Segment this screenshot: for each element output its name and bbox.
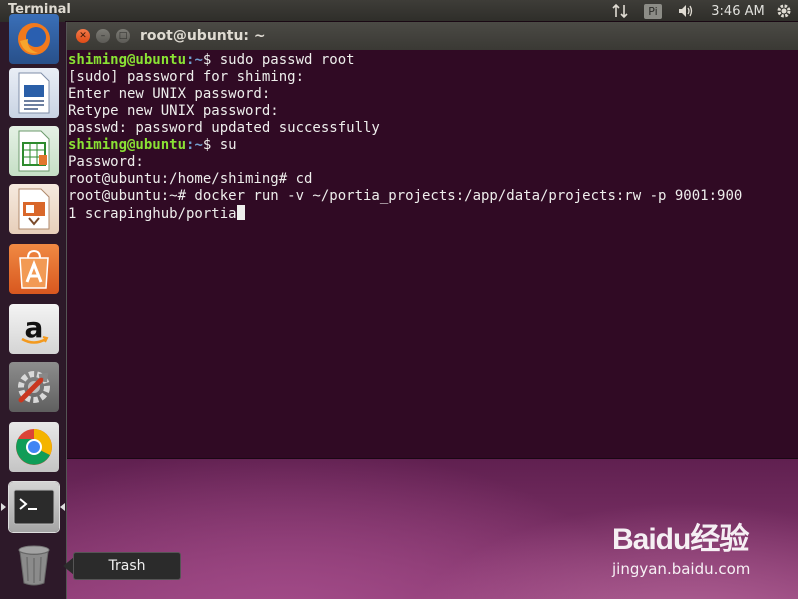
prompt-path: :~ xyxy=(186,137,203,153)
top-panel: Terminal Pi 3:46 AM xyxy=(0,0,798,22)
clock[interactable]: 3:46 AM xyxy=(708,1,768,21)
software-center-icon xyxy=(19,249,49,289)
terminal-output[interactable]: shiming@ubuntu:~$ sudo passwd root [sudo]… xyxy=(66,50,798,223)
settings-icon xyxy=(18,371,50,403)
terminal-line: Retype new UNIX password: xyxy=(68,103,798,120)
launcher-item-amazon[interactable]: a xyxy=(9,304,59,354)
terminal-titlebar[interactable]: ✕ – □ root@ubuntu: ~ xyxy=(66,22,798,50)
terminal-text: Retype new UNIX password: xyxy=(68,103,279,119)
chrome-icon xyxy=(16,429,52,465)
terminal-line: root@ubuntu:/home/shiming# cd xyxy=(68,171,798,188)
terminal-text: 1 scrapinghub/portia xyxy=(68,206,237,222)
watermark-url: jingyan.baidu.com xyxy=(612,560,751,578)
trash-icon xyxy=(18,545,50,586)
terminal-text: $ sudo passwd root xyxy=(202,52,355,68)
prompt-user: shiming@ubuntu xyxy=(68,137,187,153)
terminal-line: root@ubuntu:~# docker run -v ~/portia_pr… xyxy=(68,188,798,205)
terminal-line: Enter new UNIX password: xyxy=(68,86,798,103)
launcher-item-settings[interactable] xyxy=(9,362,59,412)
launcher-item-impress[interactable] xyxy=(9,184,59,234)
launcher-item-chrome[interactable] xyxy=(9,422,59,472)
terminal-text: Enter new UNIX password: xyxy=(68,86,271,102)
terminal-icon xyxy=(13,489,55,525)
maximize-icon: □ xyxy=(118,30,128,41)
terminal-line: shiming@ubuntu:~$ su xyxy=(68,137,798,154)
close-icon: ✕ xyxy=(79,30,87,41)
terminal-line: passwd: password updated successfully xyxy=(68,120,798,137)
amazon-icon: a xyxy=(21,311,49,344)
svg-text:a: a xyxy=(25,311,44,344)
calc-icon xyxy=(18,130,50,172)
firefox-icon xyxy=(18,23,50,55)
minimize-button[interactable]: – xyxy=(96,29,110,43)
network-icon[interactable] xyxy=(608,1,632,21)
session-gear-icon[interactable] xyxy=(774,1,794,21)
launcher-item-trash[interactable] xyxy=(9,540,59,590)
watermark-logo: Baidu经验 xyxy=(612,523,749,556)
maximize-button[interactable]: □ xyxy=(116,29,130,43)
launcher-item-writer[interactable] xyxy=(9,68,59,118)
terminal-text: $ su xyxy=(202,137,237,153)
terminal-line: shiming@ubuntu:~$ sudo passwd root xyxy=(68,52,798,69)
launcher: a xyxy=(0,14,67,599)
minimize-icon: – xyxy=(100,30,106,41)
terminal-line: Password: xyxy=(68,154,798,171)
terminal-running-indicator xyxy=(1,503,6,511)
input-method-indicator[interactable]: Pi xyxy=(642,1,664,21)
prompt-user: shiming@ubuntu xyxy=(68,52,187,68)
terminal-text: root@ubuntu:/home/shiming# cd xyxy=(68,171,313,187)
writer-icon xyxy=(18,72,50,114)
terminal-text: passwd: password updated successfully xyxy=(68,120,380,136)
launcher-item-terminal[interactable] xyxy=(9,482,59,532)
baidu-watermark: Baidu经验 jingyan.baidu.com xyxy=(612,514,792,584)
launcher-item-firefox[interactable] xyxy=(9,14,59,64)
terminal-focused-indicator xyxy=(60,503,65,511)
terminal-line: 1 scrapinghub/portia xyxy=(68,205,798,223)
impress-icon xyxy=(18,188,50,230)
terminal-title: root@ubuntu: ~ xyxy=(140,28,266,44)
launcher-tooltip: Trash xyxy=(73,552,181,580)
terminal-text: [sudo] password for shiming: xyxy=(68,69,305,85)
text-cursor xyxy=(236,205,245,220)
launcher-item-software[interactable] xyxy=(9,244,59,294)
prompt-path: :~ xyxy=(186,52,203,68)
terminal-text: root@ubuntu:~# docker run -v ~/portia_pr… xyxy=(68,188,743,204)
terminal-text: Password: xyxy=(68,154,144,170)
terminal-window[interactable]: ✕ – □ root@ubuntu: ~ shiming@ubuntu:~$ s… xyxy=(66,22,798,458)
volume-icon[interactable] xyxy=(674,1,698,21)
terminal-line: [sudo] password for shiming: xyxy=(68,69,798,86)
close-button[interactable]: ✕ xyxy=(76,29,90,43)
launcher-item-calc[interactable] xyxy=(9,126,59,176)
